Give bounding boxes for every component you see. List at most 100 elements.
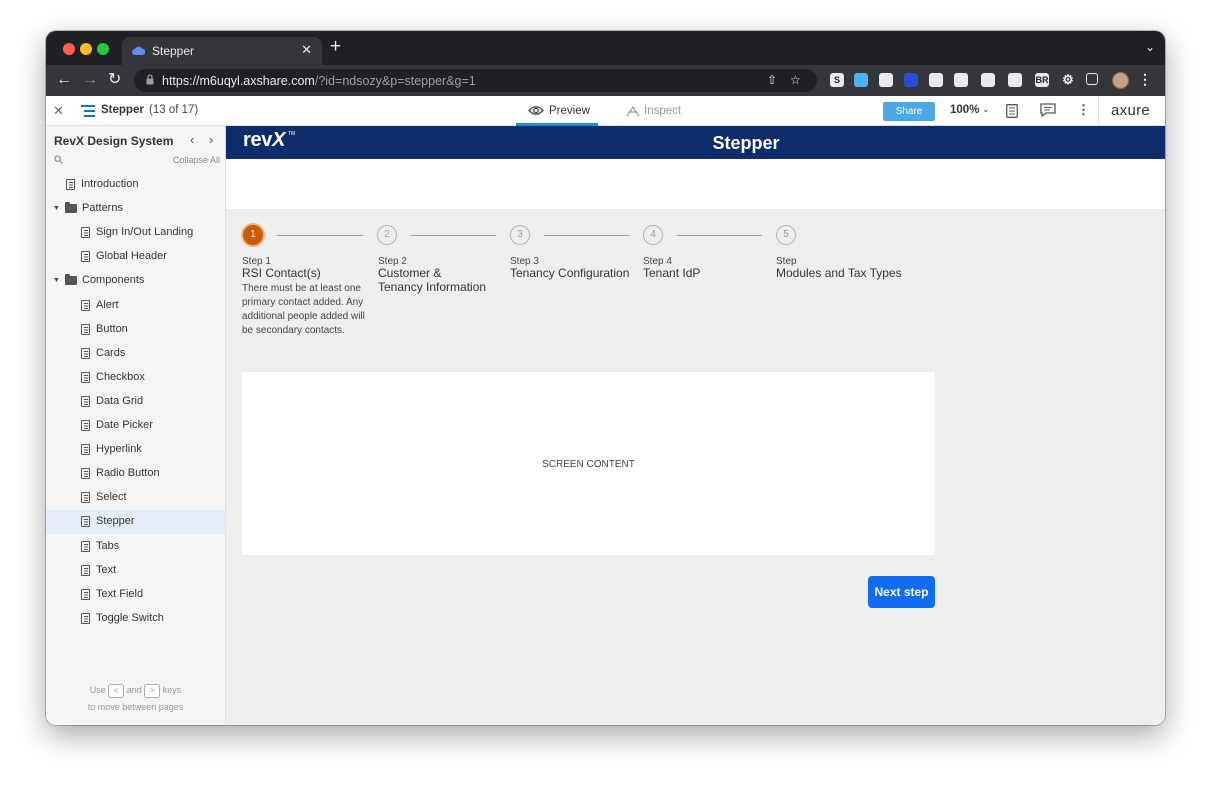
step-5-title: Modules and Tax Types xyxy=(776,266,902,280)
sidebar-item-select[interactable]: Select xyxy=(46,486,225,510)
sidebar-item-label: Sign In/Out Landing xyxy=(96,226,194,239)
sidebar-item-label: Toggle Switch xyxy=(96,611,164,624)
sidebar-item-components[interactable]: ▼ Components xyxy=(46,269,225,293)
expand-chevron-icon[interactable]: ▼ xyxy=(53,205,60,212)
close-window-button[interactable] xyxy=(63,43,75,55)
inspect-icon[interactable] xyxy=(626,105,641,117)
page-icon xyxy=(81,588,90,600)
browser-tab[interactable]: Stepper ✕ xyxy=(122,37,322,65)
page-icon xyxy=(81,347,90,359)
screen-content-card: SCREEN CONTENT xyxy=(242,372,935,555)
sidebar-item-date-picker[interactable]: Date Picker xyxy=(46,414,225,438)
step-4-indicator[interactable]: 4 xyxy=(643,225,663,245)
sidebar-item-introduction[interactable]: Introduction xyxy=(46,173,225,197)
sidebar-item-global-header[interactable]: Global Header xyxy=(46,245,225,269)
tab-title: Stepper xyxy=(152,44,195,58)
extension-icon[interactable] xyxy=(854,73,868,87)
page-icon xyxy=(81,420,90,431)
extension-icon[interactable] xyxy=(981,73,995,87)
chevron-down-icon[interactable]: ⌄ xyxy=(1145,40,1155,54)
url-path: /?id=ndsozy&p=stepper&g=1 xyxy=(314,74,476,88)
reload-icon[interactable]: ↻ xyxy=(108,71,121,89)
sidebar-item-tabs[interactable]: Tabs xyxy=(46,535,225,559)
tab-inspect[interactable]: Inspect xyxy=(644,105,681,117)
minimize-window-button[interactable] xyxy=(80,43,92,55)
step-1-description: There must be at least one primary conta… xyxy=(242,283,365,336)
sidebar-item-stepper[interactable]: Stepper xyxy=(46,510,225,535)
previous-page-chevron-icon[interactable]: ‹ xyxy=(190,132,194,147)
notes-icon[interactable] xyxy=(1006,104,1018,118)
sidebar-item-button[interactable]: Button xyxy=(46,318,225,342)
sidebar-item-sign-in-out-landing[interactable]: Sign In/Out Landing xyxy=(46,221,225,245)
sidebar-item-alert[interactable]: Alert xyxy=(46,294,225,318)
screen-content-label: SCREEN CONTENT xyxy=(542,459,635,470)
page-icon xyxy=(81,564,90,576)
url-host: https://m6uqyl.axshare.com xyxy=(162,74,315,88)
more-options-icon[interactable]: ⋮ xyxy=(1077,102,1090,118)
axure-toolbar: ✕ Stepper (13 of 17) Preview Inspect Sha… xyxy=(46,96,1165,126)
extension-icon[interactable] xyxy=(954,73,968,87)
side-panel-icon[interactable] xyxy=(1086,73,1098,85)
close-sidebar-icon[interactable]: ✕ xyxy=(53,103,64,119)
share-page-icon[interactable]: ⇧ xyxy=(767,73,777,87)
page-icon xyxy=(81,251,90,263)
extension-icon[interactable]: BR xyxy=(1035,73,1049,87)
page-icon xyxy=(81,516,90,528)
puzzle-extensions-icon[interactable]: ⚙ xyxy=(1061,73,1075,87)
step-4-title: Tenant IdP xyxy=(643,266,701,280)
collapse-all-link[interactable]: Collapse All xyxy=(173,155,220,165)
sidebar-item-label: Components xyxy=(82,274,145,287)
tab-preview[interactable]: Preview xyxy=(516,96,598,126)
extension-icon[interactable] xyxy=(904,73,918,87)
sidebar-item-radio-button[interactable]: Radio Button xyxy=(46,462,225,486)
extension-icon[interactable] xyxy=(879,73,893,87)
extension-icon[interactable]: S xyxy=(830,73,844,87)
next-page-chevron-icon[interactable]: › xyxy=(209,132,213,147)
current-page-name: Stepper xyxy=(101,104,144,116)
sidebar-item-toggle-switch[interactable]: Toggle Switch xyxy=(46,607,225,631)
comments-icon[interactable] xyxy=(1040,103,1056,117)
forward-arrow-icon[interactable]: → xyxy=(82,71,98,89)
sidebar-item-data-grid[interactable]: Data Grid xyxy=(46,390,225,414)
search-icon[interactable] xyxy=(54,155,63,164)
new-tab-button[interactable]: + xyxy=(330,37,341,56)
extension-icon[interactable] xyxy=(1008,73,1022,87)
sidebar-item-label: Button xyxy=(96,322,128,335)
zoom-chevron-down-icon[interactable]: ⌄ xyxy=(982,104,990,115)
sidebar-item-label: Cards xyxy=(96,346,126,359)
browser-tab-bar: Stepper ✕ + ⌄ xyxy=(46,31,1165,65)
bookmark-star-icon[interactable]: ☆ xyxy=(790,73,801,87)
profile-avatar[interactable] xyxy=(1112,72,1129,89)
step-3-indicator[interactable]: 3 xyxy=(510,225,530,245)
next-step-button[interactable]: Next step xyxy=(868,576,935,608)
page-title: Stepper xyxy=(712,133,780,153)
header-spacer xyxy=(226,159,1165,209)
prototype-canvas: revX TM Stepper 1 Step 1 RSI Contact(s) The… xyxy=(226,126,1165,725)
sidebar-item-text[interactable]: Text xyxy=(46,559,225,583)
expand-chevron-icon[interactable]: ▼ xyxy=(53,277,60,284)
sidebar-item-patterns[interactable]: ▼ Patterns xyxy=(46,197,225,221)
sidebar-item-cards[interactable]: Cards xyxy=(46,342,225,366)
folder-icon xyxy=(65,202,77,214)
browser-menu-icon[interactable]: ⋮ xyxy=(1138,71,1152,88)
tab-close-icon[interactable]: ✕ xyxy=(301,42,312,58)
maximize-window-button[interactable] xyxy=(97,43,109,55)
lock-icon xyxy=(146,74,154,85)
back-arrow-icon[interactable]: ← xyxy=(56,71,72,89)
project-title: RevX Design System xyxy=(54,134,174,148)
step-5-indicator[interactable]: 5 xyxy=(776,225,796,245)
url-input[interactable]: https://m6uqyl.axshare.com/?id=ndsozy&p=… xyxy=(134,69,817,92)
zoom-select[interactable]: 100% xyxy=(950,104,979,116)
axure-logo: axure xyxy=(1111,102,1151,119)
extension-icon[interactable] xyxy=(929,73,943,87)
sidebar-item-text-field[interactable]: Text Field xyxy=(46,583,225,607)
sidebar-item-hyperlink[interactable]: Hyperlink xyxy=(46,438,225,462)
sidebar-item-label: Global Header xyxy=(96,250,167,263)
sidebar-item-checkbox[interactable]: Checkbox xyxy=(46,366,225,390)
step-2-indicator[interactable]: 2 xyxy=(377,225,397,245)
share-button[interactable]: Share xyxy=(883,102,935,121)
tab-preview-label: Preview xyxy=(549,105,590,117)
step-1-indicator[interactable]: 1 xyxy=(241,223,265,247)
sidebar-item-label: Alert xyxy=(96,298,119,311)
pages-menu-icon[interactable] xyxy=(81,105,95,117)
